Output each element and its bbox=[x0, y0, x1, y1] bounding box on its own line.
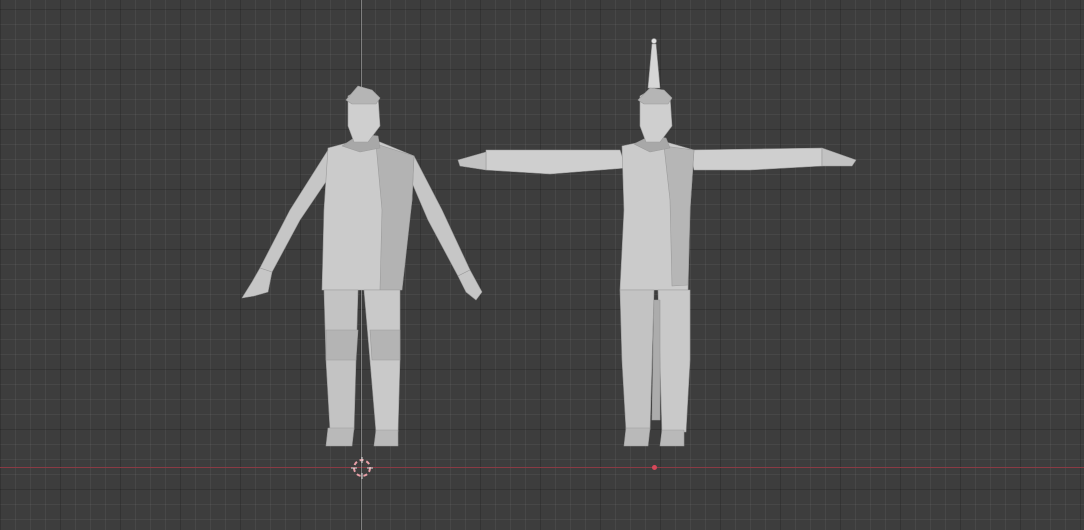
bone-tip bbox=[651, 38, 657, 44]
3d-viewport[interactable] bbox=[0, 0, 1084, 530]
mesh-t-pose[interactable] bbox=[450, 0, 870, 460]
origin-dot-icon bbox=[652, 465, 657, 470]
3d-cursor-icon[interactable] bbox=[351, 457, 373, 479]
left-arm bbox=[485, 149, 627, 175]
left-hand bbox=[241, 267, 273, 299]
left-foot bbox=[623, 427, 651, 447]
left-hand bbox=[457, 151, 487, 171]
right-foot bbox=[373, 429, 399, 447]
right-hand bbox=[821, 147, 857, 167]
leg-shade bbox=[325, 329, 359, 361]
left-foot bbox=[325, 427, 355, 447]
right-leg bbox=[363, 289, 401, 433]
hair bbox=[345, 85, 381, 105]
right-arm bbox=[689, 147, 823, 171]
torso-shade bbox=[375, 143, 415, 291]
left-leg bbox=[619, 289, 655, 431]
x-axis-line bbox=[0, 467, 1084, 468]
leg-shade-2 bbox=[369, 329, 401, 361]
right-foot bbox=[659, 429, 685, 447]
right-leg bbox=[657, 289, 691, 433]
bone-spike bbox=[647, 43, 661, 89]
hair bbox=[637, 87, 673, 105]
